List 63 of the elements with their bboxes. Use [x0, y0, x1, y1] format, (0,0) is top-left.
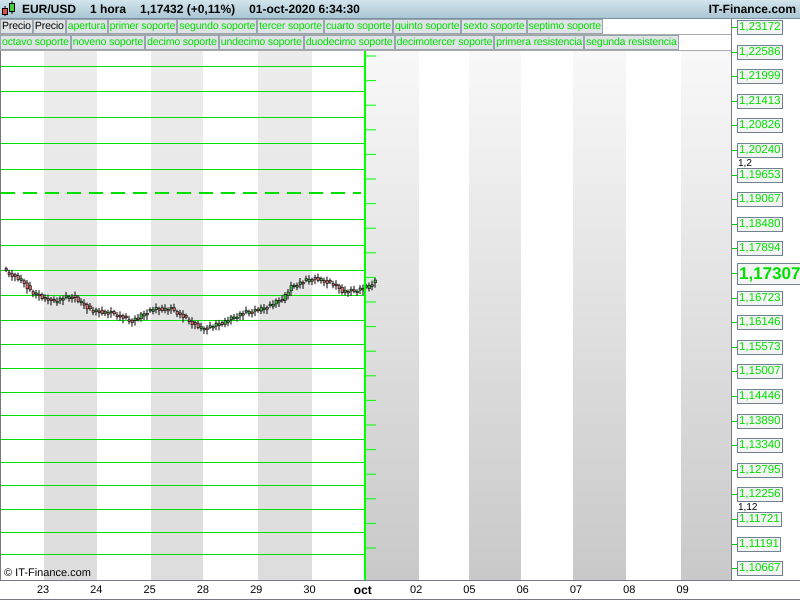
legend-item[interactable]: undecimo soporte — [218, 35, 304, 50]
price-level-label: 1,22586 — [737, 44, 783, 60]
date-label: oct — [354, 583, 372, 597]
price-level-label: 1,17894 — [737, 241, 783, 256]
axis-tick-label: 1,2 — [738, 159, 752, 168]
legend-item[interactable]: primera resistencia — [494, 35, 584, 50]
price-level-label: 1,16723 — [737, 290, 783, 306]
legend-item[interactable]: primer soporte — [108, 19, 178, 34]
price-level-label: 1,15573 — [737, 340, 783, 355]
date-label: 25 — [143, 584, 156, 596]
legend-item[interactable]: duodecimo soporte — [304, 35, 395, 50]
price-level-label: 1,12256 — [737, 487, 783, 502]
legend-item[interactable]: Precio — [32, 19, 66, 34]
price-level-label: 1,16146 — [737, 315, 783, 330]
date-label: 07 — [570, 584, 582, 596]
date-label: 09 — [676, 584, 689, 596]
date-label: 24 — [90, 584, 102, 596]
symbol-label: EUR/USD — [22, 2, 76, 16]
interval-label: 1 hora — [90, 2, 126, 16]
price-level-label: 1,20826 — [737, 118, 783, 134]
price-level-label: 1,13890 — [737, 414, 783, 429]
date-label: 08 — [623, 584, 636, 596]
price-level-label: 1,13340 — [737, 438, 783, 454]
legend-item[interactable]: quinto soporte — [392, 19, 462, 34]
price-level-label: 1,23172 — [737, 20, 783, 35]
legend-item[interactable]: segundo soporte — [177, 19, 258, 34]
legend-item[interactable]: Precio — [0, 19, 33, 34]
date-label: 05 — [463, 584, 476, 596]
date-label: 28 — [196, 584, 210, 596]
price-level-label: 1,21413 — [737, 94, 783, 109]
price-level-label: 1,19067 — [737, 192, 783, 208]
price-level-label: 1,10667 — [737, 561, 783, 576]
legend-item[interactable]: decimo soporte — [145, 35, 219, 50]
price-level-label: 1,12795 — [737, 462, 783, 478]
legend-item[interactable]: cuarto soporte — [324, 19, 393, 34]
datetime-label: 01-oct-2020 6:34:30 — [249, 2, 360, 16]
price-level-label: 1,15007 — [737, 364, 783, 380]
date-label: 02 — [410, 584, 422, 596]
price-level-label: 1,21999 — [737, 69, 783, 84]
legend-item[interactable]: noveno soporte — [70, 35, 146, 50]
price-level-label: 1,18480 — [737, 216, 783, 232]
axis-tick-label: 1,12 — [738, 502, 758, 512]
price-level-label: 1,11191 — [737, 536, 781, 552]
date-label: 29 — [250, 584, 262, 596]
legend-item[interactable]: octavo soporte — [0, 35, 71, 50]
legend-item[interactable]: sexto soporte — [461, 19, 527, 34]
date-label: 06 — [516, 584, 529, 596]
current-price-label: 1,17307 — [737, 262, 800, 284]
date-label: 23 — [36, 584, 50, 596]
price-level-label: 1,14446 — [737, 389, 783, 404]
legend-item[interactable]: septimo soporte — [526, 19, 603, 34]
chart-credit: © IT-Finance.com — [4, 567, 91, 579]
legend-item[interactable]: apertura — [66, 19, 108, 34]
legend-item[interactable]: decimotercer soporte — [394, 35, 494, 50]
candlestick-icon — [2, 1, 16, 17]
price-level-label: 1,19653 — [737, 168, 783, 183]
price-level-label: 1,20240 — [737, 143, 783, 158]
brand-label: IT-Finance.com — [708, 2, 796, 16]
legend-item[interactable]: tercer soporte — [257, 19, 324, 34]
legend-item[interactable]: segunda resistencia — [584, 35, 679, 50]
price-level-label: 1,11721 — [737, 512, 782, 527]
date-label: 30 — [303, 584, 316, 596]
quote-label: 1,17432 (+0,11%) — [140, 2, 236, 16]
